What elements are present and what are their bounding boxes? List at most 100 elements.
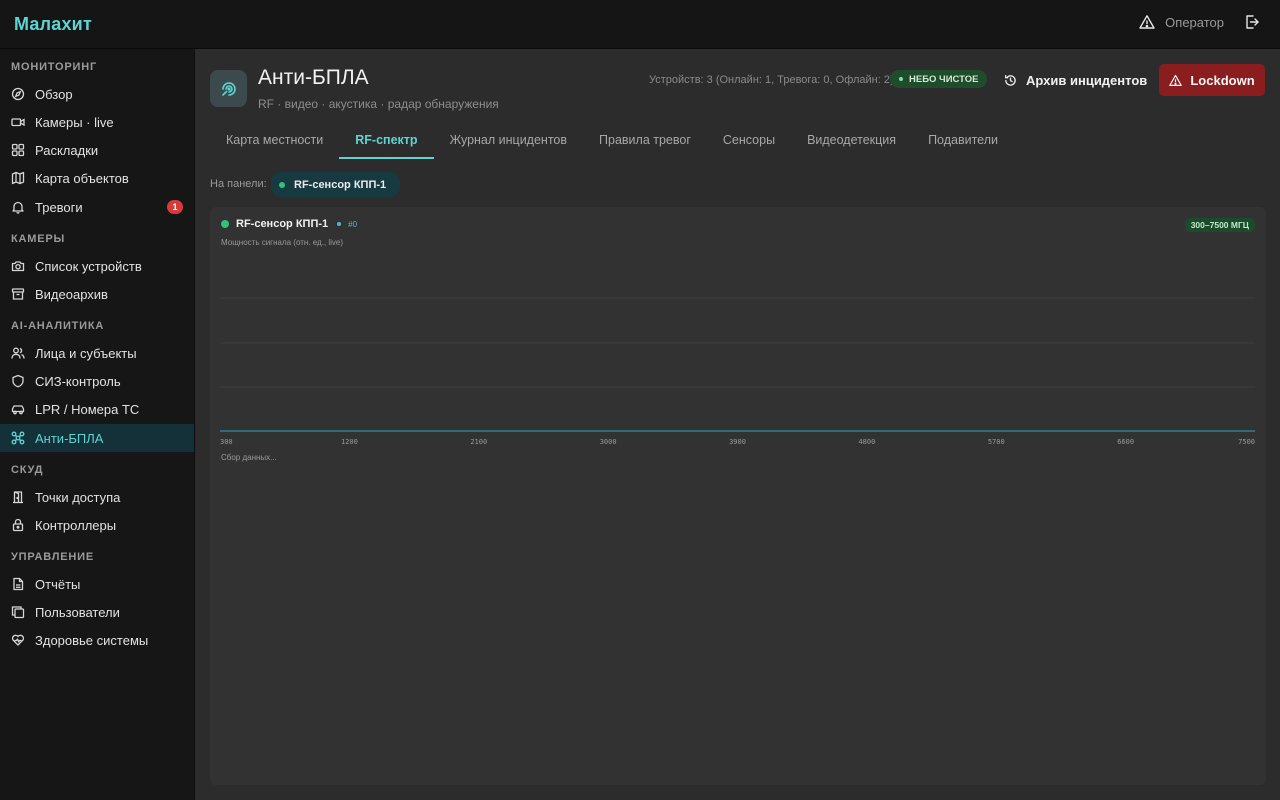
incident-archive-label: Архив инцидентов	[1026, 72, 1148, 88]
sidebar-item-device-list[interactable]: Список устройств	[0, 252, 194, 280]
sidebar-item-label: Обзор	[35, 86, 73, 102]
sidebar-item-label: Список устройств	[35, 258, 142, 274]
rf-spectrum-chart: 300 1200 2100 3000 3900 4800 5700 6600 7500	[220, 297, 1255, 446]
shield-icon	[11, 374, 25, 388]
sidebar-item-anti-drone[interactable]: Анти-БПЛА	[0, 424, 194, 452]
lockdown-label: Lockdown	[1190, 72, 1255, 88]
sidebar-item-lpr[interactable]: LPR / Номера ТС	[0, 395, 194, 423]
sky-status-label: НЕБО ЧИСТОЕ	[909, 73, 979, 85]
sidebar-item-ppe-control[interactable]: СИЗ-контроль	[0, 367, 194, 395]
status-dot	[899, 77, 903, 81]
sidebar-item-label: LPR / Номера ТС	[35, 401, 140, 417]
x-tick-label: 2100	[470, 438, 487, 446]
video-icon	[11, 115, 25, 129]
panel-filter-label: На панели:	[210, 178, 267, 190]
x-tick-label: 5700	[988, 438, 1005, 446]
online-dot	[279, 181, 285, 188]
map-icon	[11, 171, 25, 185]
alert-triangle-icon	[1169, 74, 1183, 87]
car-icon	[11, 402, 25, 416]
heart-pulse-icon	[11, 633, 25, 647]
alert-triangle-icon[interactable]	[1139, 14, 1155, 30]
alarms-count-badge: 1	[167, 200, 183, 214]
tab-alarm-rules[interactable]: Правила тревог	[583, 122, 707, 159]
sidebar-item-label: Камеры · live	[35, 114, 114, 130]
history-icon	[1004, 74, 1017, 87]
lock-icon	[11, 518, 25, 532]
sidebar-section-management: УПРАВЛЕНИЕ	[11, 551, 94, 563]
page-subtitle: RF · видео · акустика · радар обнаружени…	[258, 97, 499, 111]
x-tick-label: 3900	[729, 438, 746, 446]
sky-status-badge: НЕБО ЧИСТОЕ	[890, 70, 988, 88]
sidebar-item-label: СИЗ-контроль	[35, 373, 121, 389]
rf-spectrum-card: RF-сенсор КПП-1 #0 300–7500 МГЦ Мощность…	[210, 207, 1266, 785]
sidebar-item-label: Точки доступа	[35, 489, 121, 505]
report-icon	[11, 577, 25, 591]
compass-icon	[11, 87, 25, 101]
sidebar-item-object-map[interactable]: Карта объектов	[0, 164, 194, 192]
page-title: Анти-БПЛА	[258, 66, 369, 89]
copy-users-icon	[11, 605, 25, 619]
sidebar-item-label: Карта объектов	[35, 170, 129, 186]
top-bar: Малахит Оператор	[0, 0, 1280, 49]
sidebar-item-label: Пользователи	[35, 604, 120, 620]
sidebar-section-cameras: КАМЕРЫ	[11, 233, 66, 245]
x-tick-label: 6600	[1117, 438, 1134, 446]
top-right-controls: Оператор	[1139, 14, 1260, 30]
sidebar-item-alarms[interactable]: Тревоги 1	[0, 193, 194, 221]
tab-rf-spectrum[interactable]: RF-спектр	[339, 122, 434, 159]
sidebar-section-acs: СКУД	[11, 464, 44, 476]
sidebar-item-cameras-live[interactable]: Камеры · live	[0, 108, 194, 136]
sidebar-item-system-health[interactable]: Здоровье системы	[0, 626, 194, 654]
x-tick-label: 4800	[858, 438, 875, 446]
tab-bar: Карта местности RF-спектр Журнал инциден…	[210, 122, 1014, 159]
sidebar-item-label: Лица и субъекты	[35, 345, 137, 361]
x-tick-label: 300	[220, 438, 233, 446]
anti-drone-app-icon	[210, 70, 247, 107]
incident-archive-button[interactable]: Архив инцидентов	[1004, 71, 1147, 89]
sidebar-item-label: Тревоги	[35, 199, 83, 215]
tab-video-detection[interactable]: Видеодетекция	[791, 122, 912, 159]
device-stats: Устройств: 3 (Онлайн: 1, Тревога: 0, Офл…	[649, 74, 894, 86]
collecting-data-status: Сбор данных...	[221, 453, 277, 462]
user-role[interactable]: Оператор	[1165, 15, 1224, 30]
archive-icon	[11, 287, 25, 301]
grid-icon	[11, 143, 25, 157]
sidebar: МОНИТОРИНГ Обзор Камеры · live Раскладки…	[0, 49, 195, 800]
sidebar-item-users[interactable]: Пользователи	[0, 598, 194, 626]
sidebar-item-controllers[interactable]: Контроллеры	[0, 511, 194, 539]
sidebar-item-overview[interactable]: Обзор	[0, 80, 194, 108]
logout-icon[interactable]	[1244, 14, 1260, 30]
sidebar-item-label: Контроллеры	[35, 517, 117, 533]
tab-sensors[interactable]: Сенсоры	[707, 122, 791, 159]
sidebar-item-label: Анти-БПЛА	[35, 430, 104, 446]
tab-jammers[interactable]: Подавители	[912, 122, 1014, 159]
x-tick-label: 3000	[600, 438, 617, 446]
sidebar-item-label: Раскладки	[35, 142, 99, 158]
sidebar-section-ai-analytics: AI-АНАЛИТИКА	[11, 320, 105, 332]
lockdown-button[interactable]: Lockdown	[1159, 64, 1265, 96]
sidebar-item-layouts[interactable]: Раскладки	[0, 136, 194, 164]
users-icon	[11, 346, 25, 360]
sidebar-section-monitoring: МОНИТОРИНГ	[11, 61, 97, 73]
door-icon	[11, 490, 25, 504]
panel-sensor-chip-label: RF-сенсор КПП-1	[294, 178, 387, 191]
app-logo[interactable]: Малахит	[14, 14, 92, 35]
x-tick-label: 7500	[1238, 438, 1255, 446]
sidebar-item-label: Видеоархив	[35, 286, 108, 302]
bell-icon	[11, 200, 25, 214]
chart-x-ticks: 300 1200 2100 3000 3900 4800 5700 6600 7500	[220, 438, 1255, 446]
tab-incident-log[interactable]: Журнал инцидентов	[434, 122, 583, 159]
sidebar-item-faces[interactable]: Лица и субъекты	[0, 339, 194, 367]
panel-sensor-chip[interactable]: RF-сенсор КПП-1	[271, 172, 401, 197]
sidebar-item-label: Здоровье системы	[35, 632, 149, 648]
sidebar-item-label: Отчёты	[35, 576, 81, 592]
camera-icon	[11, 259, 25, 273]
chart-grid	[220, 297, 1255, 388]
sidebar-item-video-archive[interactable]: Видеоархив	[0, 280, 194, 308]
drone-icon	[11, 431, 25, 445]
sidebar-item-reports[interactable]: Отчёты	[0, 570, 194, 598]
tab-terrain-map[interactable]: Карта местности	[210, 122, 339, 159]
sidebar-item-access-points[interactable]: Точки доступа	[0, 483, 194, 511]
x-tick-label: 1200	[341, 438, 358, 446]
